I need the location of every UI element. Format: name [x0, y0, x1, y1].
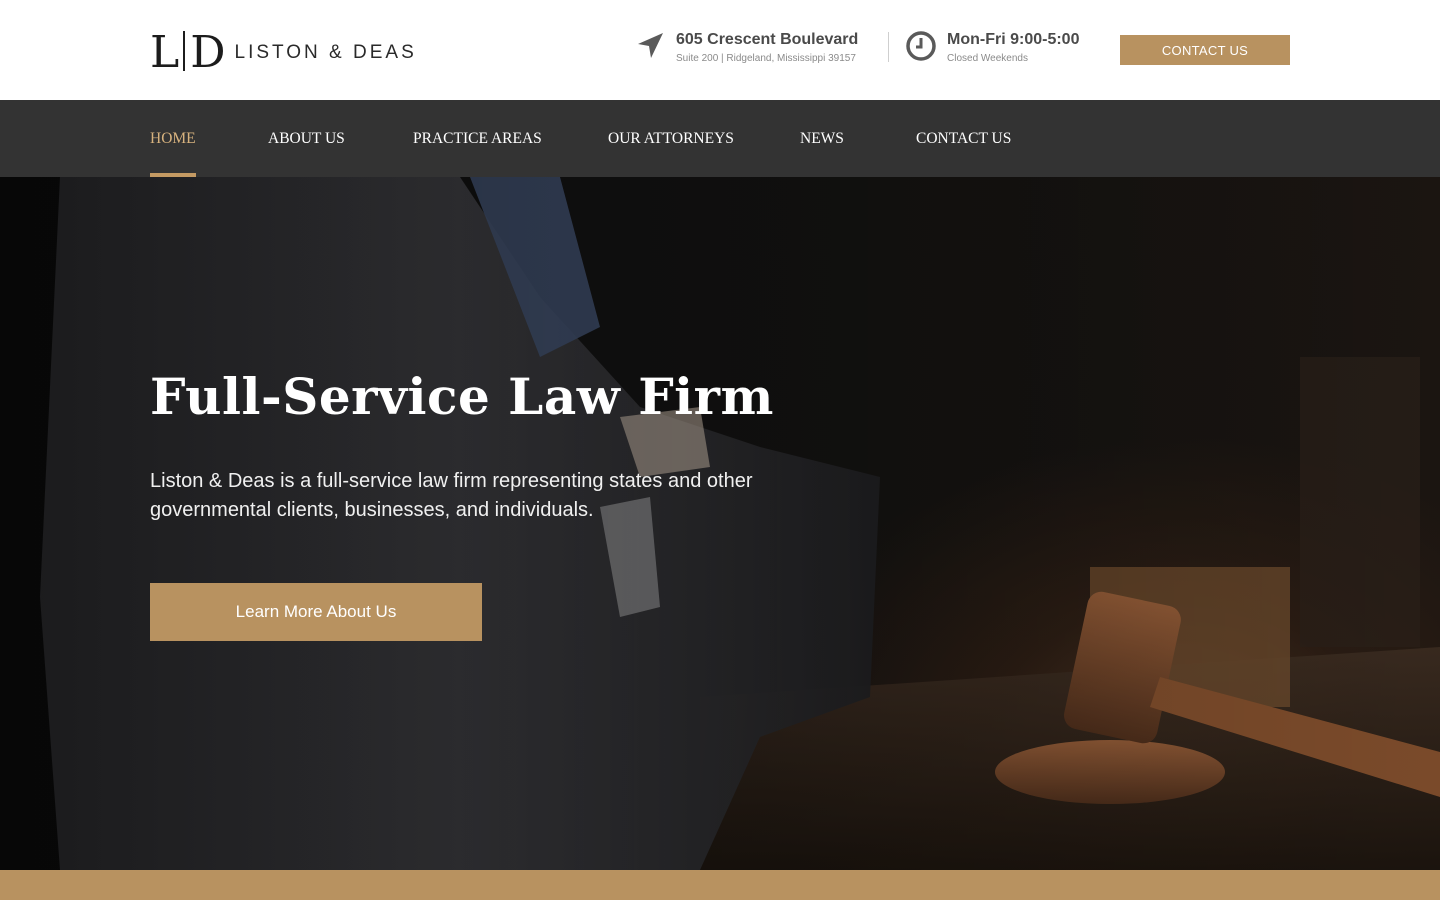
hours-subtitle: Closed Weekends	[947, 53, 1028, 64]
footer-strip	[0, 870, 1440, 900]
nav-item-label: PRACTICE AREAS	[413, 129, 542, 147]
site-header: L D LISTON & DEAS 605 Crescent Boulevard…	[0, 0, 1440, 100]
address-title: 605 Crescent Boulevard	[676, 31, 859, 48]
main-nav: HOME ABOUT US PRACTICE AREAS OUR ATTORNE…	[0, 100, 1440, 177]
logo-monogram: L D	[150, 27, 226, 78]
header-contact-button[interactable]: CONTACT US	[1120, 35, 1290, 65]
nav-item-practice-areas[interactable]: PRACTICE AREAS	[413, 100, 542, 177]
nav-item-our-attorneys[interactable]: OUR ATTORNEYS	[608, 100, 734, 177]
logo-letter-d: D	[190, 27, 225, 78]
address-block: 605 Crescent Boulevard Suite 200 | Ridge…	[634, 30, 858, 64]
hero-section: Full-Service Law Firm Liston & Deas is a…	[0, 177, 1440, 870]
nav-item-about[interactable]: ABOUT US	[268, 100, 345, 177]
hours-block: Mon-Fri 9:00-5:00 Closed Weekends	[905, 30, 1079, 64]
hero-description: Liston & Deas is a full-service law firm…	[150, 470, 753, 521]
clock-icon	[905, 30, 937, 62]
address-subtitle: Suite 200 | Ridgeland, Mississippi 39157	[676, 53, 856, 64]
nav-item-label: CONTACT US	[916, 129, 1012, 147]
header-divider	[888, 32, 889, 62]
hours-title: Mon-Fri 9:00-5:00	[947, 31, 1080, 48]
nav-item-news[interactable]: NEWS	[800, 100, 844, 177]
nav-item-label: ABOUT US	[268, 129, 345, 147]
nav-item-label: OUR ATTORNEYS	[608, 129, 734, 147]
logo-letter-l: L	[150, 27, 179, 78]
nav-item-label: NEWS	[800, 129, 844, 147]
nav-item-label: HOME	[150, 129, 196, 147]
nav-item-contact[interactable]: CONTACT US	[916, 100, 1011, 177]
location-arrow-icon	[634, 30, 666, 62]
learn-more-button[interactable]: Learn More About Us	[150, 583, 482, 641]
logo-wordmark: LISTON & DEAS	[234, 42, 417, 63]
logo-divider	[183, 31, 186, 71]
hero-title: Full-Service Law Firm	[150, 367, 774, 426]
nav-item-home[interactable]: HOME	[150, 100, 196, 177]
logo[interactable]: L D LISTON & DEAS	[150, 27, 417, 78]
